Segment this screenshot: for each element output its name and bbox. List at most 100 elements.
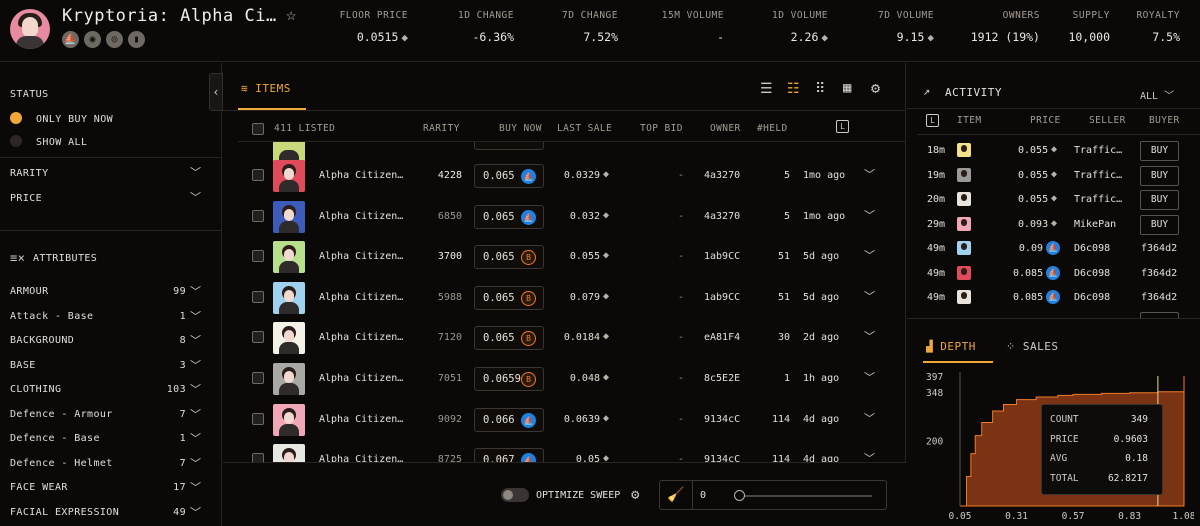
activity-item-thumbnail[interactable] xyxy=(957,167,971,182)
tooltip-value: 349 xyxy=(1130,414,1148,425)
sweep-slider-knob[interactable] xyxy=(734,490,745,501)
buy-now-price: 0.065 xyxy=(483,332,515,345)
attribute-filter-item[interactable]: FACE WEAR xyxy=(10,482,68,493)
activity-list: 18m 0.055 ◆ Traffic… BUY 19m 0.055 ◆ Tra… xyxy=(0,0,1200,318)
attribute-count: 17 xyxy=(173,482,186,493)
opensea-icon: ⛵ xyxy=(1046,290,1060,304)
chevron-down-icon[interactable]: ﹀ xyxy=(190,479,201,495)
held-count: 114 xyxy=(771,413,790,425)
opensea-icon: ⛵ xyxy=(1046,241,1060,255)
buy-now-button[interactable]: 0.066 ⛵ xyxy=(474,407,544,432)
last-sale-price: 0.0639 xyxy=(563,413,600,425)
x-tick-label: 0.83 xyxy=(1118,511,1141,522)
tooltip-value: 0.9603 xyxy=(1113,433,1148,445)
item-thumbnail[interactable] xyxy=(273,322,305,355)
seller-address[interactable]: Traffic… xyxy=(1074,145,1122,156)
activity-time: 19m xyxy=(927,169,946,181)
item-thumbnail[interactable] xyxy=(273,363,305,395)
opensea-icon: ⛵ xyxy=(521,453,536,462)
buy-now-price: 0.0659 xyxy=(483,373,521,385)
buyer-address[interactable]: f364d2 xyxy=(1141,243,1177,254)
activity-buy-button[interactable]: BUY xyxy=(1140,141,1179,161)
bar-chart-icon: ▟ xyxy=(926,340,934,353)
row-checkbox[interactable] xyxy=(252,331,264,344)
activity-time: 29m xyxy=(927,218,946,230)
eth-icon: ◆ xyxy=(1051,168,1058,180)
broom-icon[interactable]: 🧹 xyxy=(660,481,693,509)
chevron-down-icon[interactable]: ﹀ xyxy=(864,410,875,426)
activity-item-thumbnail[interactable] xyxy=(957,143,971,157)
sparkle-chart-icon: ⁘ xyxy=(1006,340,1016,353)
seller-address[interactable]: D6c098 xyxy=(1074,268,1110,279)
x-tick-label: 0.31 xyxy=(1005,511,1028,522)
x-tick-label: 0.05 xyxy=(949,511,972,522)
eth-icon: ◆ xyxy=(603,372,610,383)
seller-address[interactable]: D6c098 xyxy=(1074,243,1110,254)
tooltip-label: PRICE xyxy=(1050,433,1079,445)
activity-price: 0.085 xyxy=(1013,267,1044,279)
activity-item-thumbnail[interactable] xyxy=(957,290,971,304)
buy-now-button[interactable]: 0.0659 B xyxy=(474,367,544,391)
tab-sales[interactable]: ⁘ SALES xyxy=(1006,340,1058,353)
owner-address[interactable]: eA81F4 xyxy=(704,332,740,343)
activity-time: 49m xyxy=(927,243,946,254)
owner-address[interactable]: 9134cC xyxy=(704,414,740,425)
activity-item-thumbnail[interactable] xyxy=(957,216,971,231)
held-count: 1 xyxy=(783,373,790,384)
attribute-filter-item[interactable]: FACIAL EXPRESSION xyxy=(10,507,119,518)
chevron-down-icon[interactable]: ﹀ xyxy=(864,369,875,385)
y-tick-label: 397 xyxy=(926,372,943,383)
owner-address[interactable]: 8c5E2E xyxy=(704,373,740,384)
sweep-control: 🧹 0 xyxy=(659,480,887,510)
activity-item-thumbnail[interactable] xyxy=(957,192,971,206)
attribute-count: 49 xyxy=(173,506,186,518)
top-bid: - xyxy=(677,413,684,425)
chevron-down-icon[interactable]: ﹀ xyxy=(190,504,201,520)
item-rarity: 7051 xyxy=(437,373,462,384)
item-thumbnail[interactable] xyxy=(273,403,305,436)
seller-address[interactable]: D6c098 xyxy=(1074,292,1110,303)
tab-depth[interactable]: ▟ DEPTH xyxy=(926,340,976,353)
activity-buy-button[interactable]: BUY xyxy=(1140,165,1179,186)
activity-item-thumbnail[interactable] xyxy=(957,241,971,255)
last-sale-price: 0.048 xyxy=(569,373,600,384)
seller-address[interactable]: Traffic… xyxy=(1074,194,1122,205)
row-checkbox[interactable] xyxy=(252,412,264,425)
activity-item-thumbnail[interactable] xyxy=(957,265,971,280)
item-name[interactable]: Alpha Citizen… xyxy=(319,414,403,425)
buy-now-button[interactable]: 0.065 B xyxy=(474,326,544,351)
chevron-down-icon[interactable]: ﹀ xyxy=(864,328,875,344)
tooltip-value: 62.8217 xyxy=(1107,472,1148,484)
activity-buy-button[interactable]: BUY xyxy=(1140,214,1179,235)
sweep-slider[interactable] xyxy=(734,490,872,501)
row-checkbox[interactable] xyxy=(252,372,264,384)
item-name[interactable]: Alpha Citizen… xyxy=(319,454,403,462)
buy-now-button[interactable]: 0.067 ⛵ xyxy=(474,448,544,462)
held-count: 114 xyxy=(771,454,790,462)
eth-icon: ◆ xyxy=(1051,217,1058,229)
eth-icon: ◆ xyxy=(603,453,610,462)
optimize-sweep-toggle[interactable] xyxy=(501,488,529,502)
row-checkbox[interactable] xyxy=(252,453,264,462)
seller-address[interactable]: MikePan xyxy=(1074,219,1116,230)
buyer-address[interactable]: f364d2 xyxy=(1141,268,1177,279)
owner-address[interactable]: 9134cC xyxy=(704,454,740,462)
top-bid: - xyxy=(677,454,684,462)
item-thumbnail[interactable] xyxy=(273,444,305,462)
chevron-down-icon[interactable]: ﹀ xyxy=(864,450,875,462)
activity-time: 49m xyxy=(927,267,946,279)
sweep-count-input[interactable]: 0 xyxy=(700,490,706,501)
activity-time: 20m xyxy=(927,194,946,205)
sweep-settings-gear-icon[interactable]: ⚙ xyxy=(631,487,639,503)
activity-buy-button[interactable]: BUY xyxy=(1140,190,1179,210)
held-count: 30 xyxy=(777,332,790,344)
seller-address[interactable]: Traffic… xyxy=(1074,170,1122,181)
item-name[interactable]: Alpha Citizen… xyxy=(319,332,403,343)
tooltip-label: COUNT xyxy=(1050,414,1079,425)
activity-price: 0.09 xyxy=(1018,243,1043,254)
item-name[interactable]: Alpha Citizen… xyxy=(319,373,403,384)
buyer-address[interactable]: f364d2 xyxy=(1141,292,1177,303)
x-tick-label: 0.57 xyxy=(1062,511,1085,522)
last-sale-price: 0.0184 xyxy=(563,332,600,344)
x-tick-label: 1.08 xyxy=(1173,511,1194,522)
